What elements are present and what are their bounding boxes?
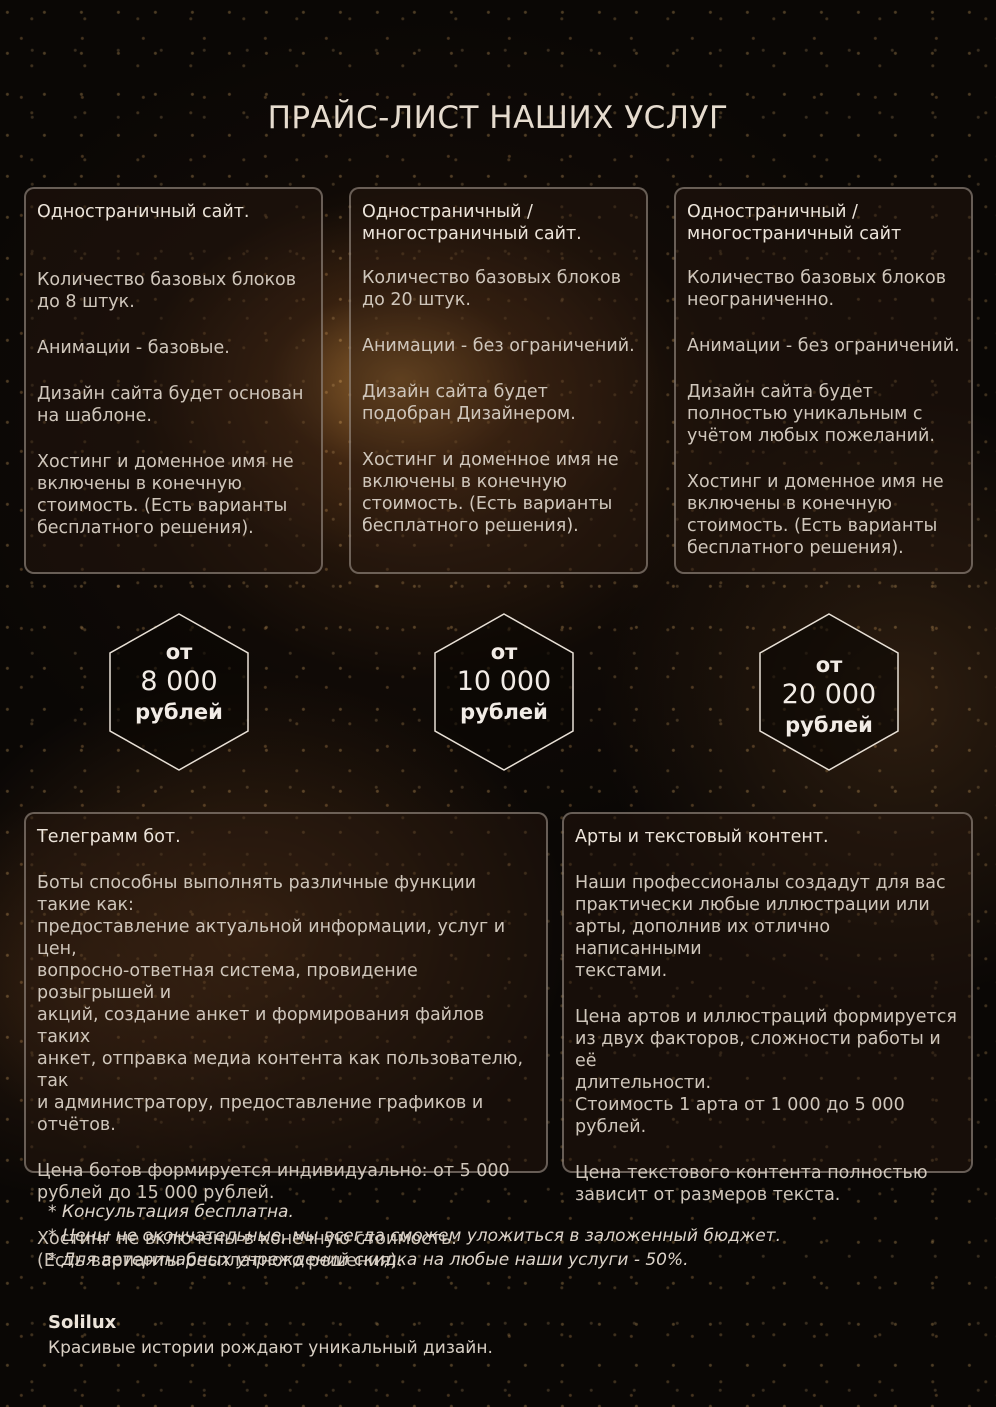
card-title: Арты и текстовый контент. <box>575 827 829 847</box>
price-currency: рублей <box>460 700 548 724</box>
bot-price: Цена ботов формируется индивидуально: от… <box>37 1161 510 1203</box>
price-amount: 8 000 <box>140 666 218 697</box>
card-hosting: Хостинг и доменное имя не включены в кон… <box>362 450 619 536</box>
price-amount: 10 000 <box>456 666 552 697</box>
card-design: Дизайн сайта будет основан на шаблоне. <box>37 384 304 426</box>
card-title: Одностраничный / многостраничный сайт <box>687 202 902 244</box>
price-from: от <box>165 640 193 664</box>
card-title: Одностраничный сайт. <box>37 202 250 222</box>
price-from: от <box>815 653 843 677</box>
card-design: Дизайн сайта будет подобран Дизайнером. <box>362 382 576 424</box>
card-hosting: Хостинг и доменное имя не включены в кон… <box>37 452 294 538</box>
service-card-telegram-bot: Телеграмм бот. Боты способны выполнять р… <box>24 812 548 1271</box>
card-design: Дизайн сайта будет полностью уникальным … <box>687 382 935 446</box>
page-title: ПРАЙС-ЛИСТ НАШИХ УСЛУГ <box>267 100 729 136</box>
card-blocks: Количество базовых блоков до 8 штук. <box>37 270 297 312</box>
bot-description: Боты способны выполнять различные функци… <box>37 873 524 1135</box>
price-from: от <box>490 640 518 664</box>
card-title: Одностраничный / многостраничный сайт. <box>362 202 582 244</box>
service-card-arts: Арты и текстовый контент. Наши профессио… <box>562 812 973 1205</box>
footnote: * Цены не окончательные, мы всегда сможе… <box>48 1226 781 1246</box>
footnote: * Консультация бесплатна. <box>48 1202 294 1222</box>
service-card-single-page: Одностраничный сайт. Количество базовых … <box>24 187 323 574</box>
footnote: * Для ветеринарных учреждений скидка на … <box>48 1250 689 1270</box>
service-card-multi-page: Одностраничный / многостраничный сайт. К… <box>349 187 648 574</box>
price-badge-2: от 10 000 рублей <box>433 612 575 772</box>
arts-price: Цена артов и иллюстраций формируется из … <box>575 1007 957 1137</box>
card-blocks: Количество базовых блоков до 20 штук. <box>362 268 622 310</box>
footnotes: * Консультация бесплатна. * Цены не окон… <box>48 1200 781 1272</box>
service-card-unique: Одностраничный / многостраничный сайт Ко… <box>674 187 973 574</box>
brand-name: Solilux <box>48 1312 117 1333</box>
price-currency: рублей <box>135 700 223 724</box>
card-animations: Анимации - базовые. <box>37 338 230 358</box>
brand-slogan: Красивые истории рождают уникальный диза… <box>48 1338 493 1358</box>
card-title: Телеграмм бот. <box>37 827 181 847</box>
card-hosting: Хостинг и доменное имя не включены в кон… <box>687 472 944 558</box>
arts-description: Наши профессионалы создадут для вас прак… <box>575 873 946 981</box>
card-blocks: Количество базовых блоков неограниченно. <box>687 268 947 310</box>
card-animations: Анимации - без ограничений. <box>687 336 960 356</box>
card-animations: Анимации - без ограничений. <box>362 336 635 356</box>
price-currency: рублей <box>785 713 873 737</box>
price-amount: 20 000 <box>781 679 877 710</box>
price-badge-3: от 20 000 рублей <box>758 612 900 772</box>
price-badge-1: от 8 000 рублей <box>108 612 250 772</box>
